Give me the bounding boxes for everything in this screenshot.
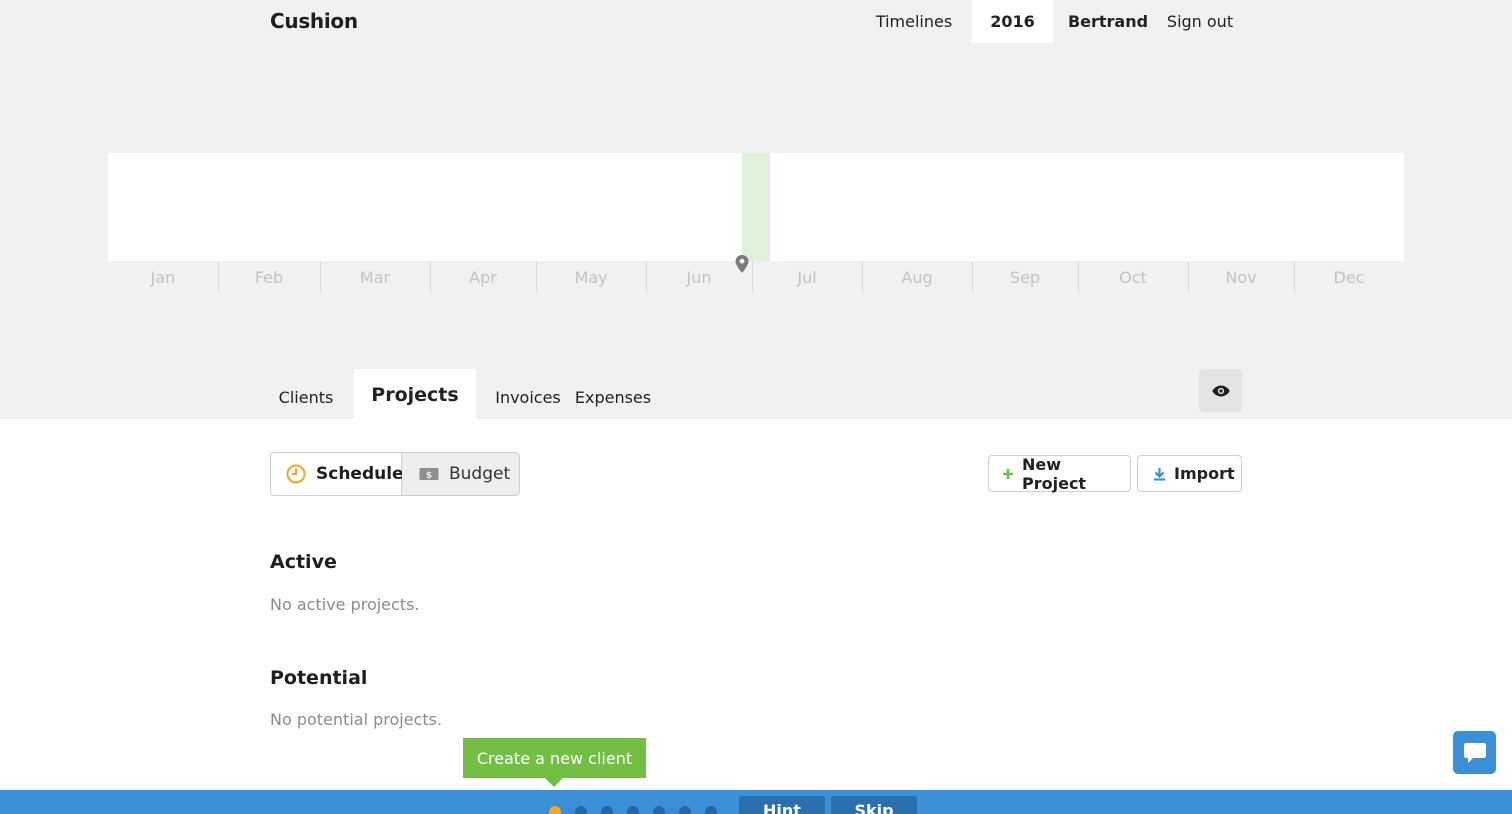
- chat-button[interactable]: [1453, 731, 1496, 774]
- new-project-button[interactable]: New Project: [988, 454, 1131, 493]
- visibility-toggle-button[interactable]: [1199, 369, 1242, 412]
- nav-year[interactable]: 2016: [972, 0, 1053, 43]
- tab-clients[interactable]: Clients: [266, 369, 346, 419]
- month-label: Apr: [469, 267, 497, 287]
- onboarding-tooltip: Create a new client: [463, 738, 646, 778]
- month-label: Jan: [150, 267, 176, 287]
- step-dot[interactable]: [549, 806, 561, 814]
- month-label: Dec: [1333, 267, 1365, 287]
- potential-empty-text: No potential projects.: [270, 710, 443, 729]
- tooltip-arrow: [545, 778, 563, 787]
- today-marker: [742, 153, 770, 261]
- new-project-label: New Project: [1022, 454, 1087, 493]
- month-label: Feb: [254, 267, 284, 287]
- month-divider: [1294, 261, 1295, 293]
- step-dot[interactable]: [627, 806, 639, 814]
- nav-user[interactable]: Bertrand: [1062, 0, 1154, 43]
- step-dot[interactable]: [705, 806, 717, 814]
- step-dot[interactable]: [575, 806, 587, 814]
- month-divider: [536, 261, 537, 293]
- dollar-bill-icon: $: [419, 467, 439, 481]
- schedule-toggle[interactable]: Schedule: [271, 453, 404, 495]
- eye-icon: [1211, 385, 1230, 396]
- import-button[interactable]: Import: [1137, 455, 1242, 492]
- month-label: Oct: [1119, 267, 1147, 287]
- month-label: Jun: [686, 267, 712, 287]
- nav-sign-out[interactable]: Sign out: [1160, 0, 1240, 43]
- nav-timelines[interactable]: Timelines: [866, 0, 962, 43]
- step-dot[interactable]: [679, 806, 691, 814]
- schedule-label: Schedule: [316, 464, 404, 484]
- skip-button[interactable]: Skip: [831, 796, 917, 814]
- svg-text:$: $: [426, 471, 432, 481]
- month-divider: [1078, 261, 1079, 293]
- month-divider: [218, 261, 219, 293]
- month-divider: [1188, 261, 1189, 293]
- step-dot[interactable]: [653, 806, 665, 814]
- app-logo[interactable]: Cushion: [270, 9, 358, 33]
- tab-projects[interactable]: Projects: [354, 369, 476, 419]
- month-label: May: [574, 267, 608, 287]
- potential-heading: Potential: [270, 667, 368, 689]
- hint-button[interactable]: Hint: [739, 796, 825, 814]
- active-heading: Active: [270, 551, 337, 573]
- view-toggle: Schedule $ Budget: [270, 452, 520, 496]
- budget-toggle[interactable]: $ Budget: [402, 453, 519, 495]
- chat-bubble-icon: [1463, 742, 1486, 763]
- tab-expenses[interactable]: Expenses: [574, 369, 652, 419]
- month-label: Mar: [359, 267, 391, 287]
- clock-icon: [286, 464, 306, 484]
- tab-invoices[interactable]: Invoices: [488, 369, 568, 419]
- plus-icon: [1002, 468, 1014, 480]
- month-label: Jul: [797, 267, 817, 287]
- download-icon: [1153, 467, 1166, 481]
- budget-label: Budget: [449, 464, 511, 484]
- month-label: Sep: [1009, 267, 1041, 287]
- month-divider: [862, 261, 863, 293]
- month-label: Nov: [1225, 267, 1257, 287]
- month-divider: [320, 261, 321, 293]
- month-divider: [430, 261, 431, 293]
- month-divider: [972, 261, 973, 293]
- month-divider: [752, 261, 753, 293]
- step-dot[interactable]: [601, 806, 613, 814]
- month-divider: [646, 261, 647, 293]
- month-axis: Jan Feb Mar Apr May Jun Jul Aug Sep Oct Nov Dec: [108, 261, 1404, 293]
- active-empty-text: No active projects.: [270, 595, 420, 614]
- month-label: Aug: [901, 267, 933, 287]
- import-label: Import: [1174, 464, 1235, 483]
